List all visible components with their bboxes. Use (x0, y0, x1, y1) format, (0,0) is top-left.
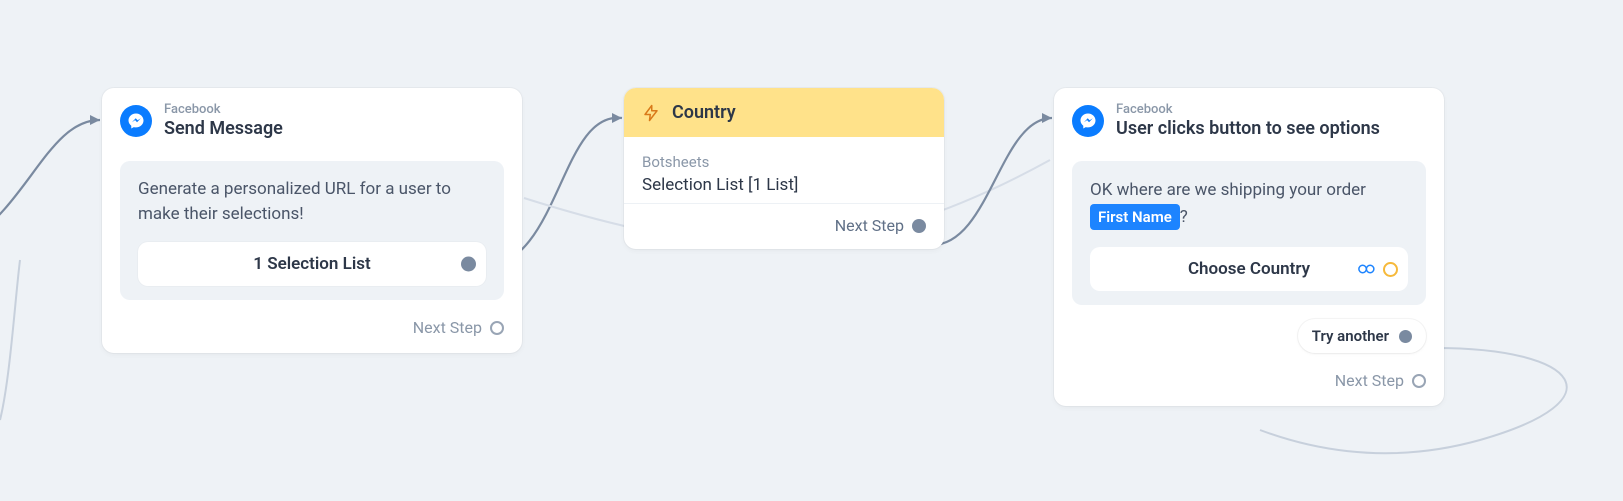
prompt-suffix: ? (1180, 207, 1188, 227)
ring-icon (1383, 262, 1398, 277)
selection-list-pill[interactable]: 1 Selection List (138, 242, 486, 286)
output-port[interactable] (461, 257, 476, 272)
flow-canvas[interactable]: Facebook Send Message Generate a persona… (0, 0, 1623, 501)
node-country[interactable]: Country Botsheets Selection List [1 List… (624, 88, 944, 249)
next-step-row: Next Step (1054, 353, 1444, 406)
next-step-label: Next Step (1335, 371, 1404, 390)
variable-chip[interactable]: First Name (1090, 204, 1180, 230)
output-port[interactable] (1399, 330, 1412, 343)
provider-label: Botsheets (642, 153, 926, 171)
node-eyebrow: Facebook (1116, 102, 1380, 117)
node-user-clicks[interactable]: Facebook User clicks button to see optio… (1054, 88, 1444, 406)
try-another-chip[interactable]: Try another (1298, 319, 1426, 353)
prompt-text: OK where are we shipping your order (1090, 180, 1366, 200)
next-step-label: Next Step (413, 318, 482, 337)
node-header: Facebook Send Message (102, 88, 522, 149)
messenger-icon (120, 105, 152, 137)
cta-pill[interactable]: Choose Country (1090, 247, 1408, 291)
node-header: Country (624, 88, 944, 137)
cta-label: Choose Country (1188, 259, 1310, 279)
next-step-row: Next Step (102, 300, 522, 353)
next-step-port[interactable] (490, 321, 504, 335)
try-another-label: Try another (1312, 327, 1389, 345)
node-header: Facebook User clicks button to see optio… (1054, 88, 1444, 149)
message-text: OK where are we shipping your order Firs… (1090, 177, 1408, 231)
next-step-label: Next Step (835, 216, 904, 235)
node-title: User clicks button to see options (1116, 118, 1380, 139)
node-body: Botsheets Selection List [1 List] (624, 137, 944, 203)
messenger-icon (1072, 105, 1104, 137)
node-send-message[interactable]: Facebook Send Message Generate a persona… (102, 88, 522, 353)
node-eyebrow: Facebook (164, 102, 283, 117)
message-preview[interactable]: OK where are we shipping your order Firs… (1072, 161, 1426, 305)
action-summary: Selection List [1 List] (642, 175, 926, 195)
next-step-row: Next Step (624, 203, 944, 249)
link-icon (1357, 261, 1377, 277)
node-title: Country (672, 102, 736, 123)
node-title: Send Message (164, 118, 283, 139)
selection-list-label: 1 Selection List (253, 254, 370, 274)
next-step-port[interactable] (1412, 374, 1426, 388)
lightning-icon (642, 104, 660, 122)
next-step-port[interactable] (912, 219, 926, 233)
message-text: Generate a personalized URL for a user t… (138, 177, 486, 226)
message-preview[interactable]: Generate a personalized URL for a user t… (120, 161, 504, 300)
